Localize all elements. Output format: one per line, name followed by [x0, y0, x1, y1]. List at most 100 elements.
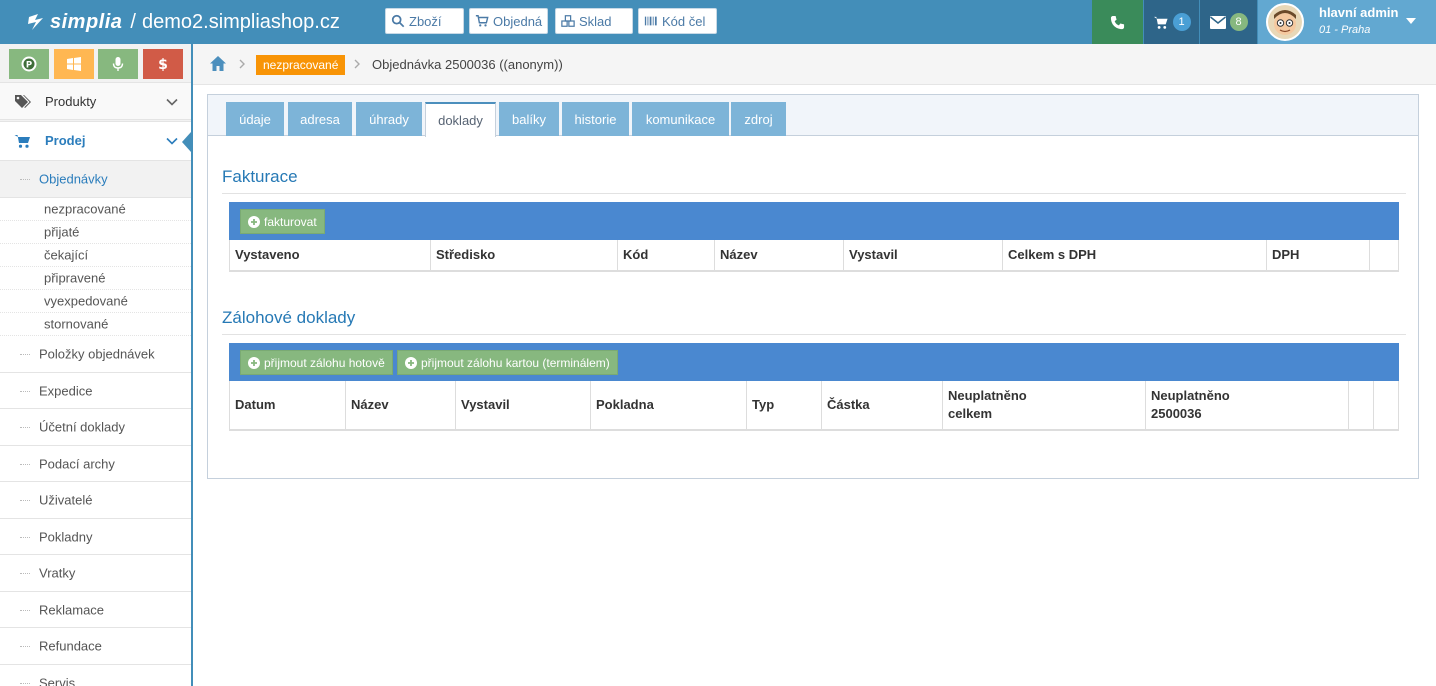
table-header-celkem-s-dph[interactable]: Celkem s DPH: [1003, 240, 1267, 270]
order-tabs: údaje adresa úhrady doklady balíky histo…: [208, 95, 1418, 137]
shortcut-microphone-button[interactable]: [98, 49, 138, 79]
sidebar-item-label: Produkty: [45, 94, 97, 109]
sidebar-item-label: Refundace: [39, 638, 102, 654]
deposits-toolbar: přijmout zálohu hotově přijmout zálohu k…: [229, 343, 1399, 381]
table-header-datum[interactable]: Datum: [230, 381, 346, 429]
sidebar-item-pokladny[interactable]: Pokladny: [0, 519, 191, 555]
windows-icon: [67, 57, 81, 71]
sidebar-item-label: vyexpedované: [44, 293, 128, 309]
sidebar-item-label: připravené: [44, 270, 106, 286]
sidebar-item-label: Účetní doklady: [39, 419, 125, 435]
table-header-vystavil[interactable]: Vystavil: [844, 240, 1003, 270]
sidebar-item-label: Reklamace: [39, 602, 105, 617]
deposits-table: Datum Název Vystavil Pokladna Typ Částka…: [229, 381, 1399, 431]
cart-icon: [14, 135, 30, 148]
brand-separator: /: [130, 10, 136, 33]
sidebar-item-label: stornované: [44, 316, 109, 332]
tab-adresa[interactable]: adresa: [288, 102, 352, 136]
parking-icon: P: [21, 56, 37, 72]
sidebar-item-stornovane[interactable]: stornované: [0, 313, 191, 336]
tab-doklady[interactable]: doklady: [425, 102, 496, 137]
sidebar-item-expedice[interactable]: Expedice: [0, 373, 191, 409]
breadcrumb-status-badge[interactable]: nezpracované: [256, 55, 346, 75]
order-detail-panel: údaje adresa úhrady doklady balíky histo…: [207, 94, 1419, 479]
table-header-dph[interactable]: DPH: [1267, 240, 1370, 270]
avatar-face-icon: [1268, 5, 1302, 39]
table-header-neuplatneno-order[interactable]: Neuplatněno 2500036: [1146, 381, 1349, 429]
sidebar-item-label: Expedice: [39, 383, 93, 398]
sidebar-item-podaci-archy[interactable]: Podací archy: [0, 446, 191, 482]
sidebar-item-cekajici[interactable]: čekající: [0, 244, 191, 267]
table-header-kod[interactable]: Kód: [618, 240, 715, 270]
shortcut-parking-button[interactable]: P: [9, 49, 49, 79]
table-header-pokladna[interactable]: Pokladna: [591, 381, 747, 429]
sidebar-item-produkty[interactable]: Produkty: [0, 82, 191, 120]
sidebar-item-pripravene[interactable]: připravené: [0, 267, 191, 290]
cart-count-badge: 1: [1172, 13, 1191, 31]
table-header-stredisko[interactable]: Středisko: [431, 240, 618, 270]
search-products-label: Zboží: [409, 13, 442, 29]
phone-button[interactable]: [1092, 0, 1143, 44]
brand-logo: simplia: [50, 10, 123, 33]
sidebar-item-vyexpedovane[interactable]: vyexpedované: [0, 290, 191, 313]
messages-count-badge: 8: [1229, 13, 1248, 31]
search-products-button[interactable]: Zboží: [385, 8, 464, 34]
search-stock-button[interactable]: Sklad: [555, 8, 633, 34]
messages-button[interactable]: 8: [1200, 0, 1257, 44]
deposit-card-button[interactable]: přijmout zálohu kartou (terminálem): [397, 350, 618, 375]
user-avatar: [1266, 3, 1304, 41]
invoice-button[interactable]: fakturovat: [240, 209, 325, 234]
envelope-icon: [1209, 15, 1226, 29]
table-header-neuplatneno-celkem[interactable]: Neuplatněno celkem: [943, 381, 1146, 429]
search-orders-label: Objedná: [493, 13, 543, 29]
table-header-castka[interactable]: Částka: [822, 381, 943, 429]
search-stock-label: Sklad: [579, 13, 612, 29]
table-header-vystaveno[interactable]: Vystaveno: [230, 240, 431, 270]
sidebar-item-nezpracovane[interactable]: nezpracované: [0, 198, 191, 221]
cart-notifications-button[interactable]: 1: [1144, 0, 1199, 44]
sidebar-item-prijate[interactable]: přijaté: [0, 221, 191, 244]
chevron-down-icon: [166, 137, 178, 145]
chevron-right-icon: [354, 59, 360, 69]
sidebar-item-polozky-objednavek[interactable]: Položky objednávek: [0, 336, 191, 373]
deposit-cash-button[interactable]: přijmout zálohu hotově: [240, 350, 393, 375]
tags-icon: [15, 95, 31, 108]
sidebar-item-prodej[interactable]: Prodej: [0, 121, 191, 161]
sidebar-item-label: čekající: [44, 247, 89, 263]
shortcut-windows-button[interactable]: [54, 49, 94, 79]
breadcrumb: nezpracované Objednávka 2500036 ((anonym…: [193, 44, 1436, 85]
table-header-nazev[interactable]: Název: [715, 240, 844, 270]
table-header-typ[interactable]: Typ: [747, 381, 822, 429]
sidebar-item-label: Podací archy: [39, 456, 115, 471]
shortcut-dollar-button[interactable]: $: [143, 49, 183, 79]
sidebar-item-label: nezpracované: [44, 201, 126, 217]
search-barcode-button[interactable]: Kód čel: [638, 8, 717, 34]
tab-udaje[interactable]: údaje: [226, 102, 284, 136]
chevron-down-icon: [166, 98, 178, 106]
svg-text:P: P: [26, 60, 32, 70]
search-orders-button[interactable]: Objedná: [469, 8, 548, 34]
sidebar-item-reklamace[interactable]: Reklamace: [0, 592, 191, 628]
barcode-icon: [644, 16, 657, 26]
tab-historie[interactable]: historie: [562, 102, 629, 136]
tab-komunikace[interactable]: komunikace: [632, 102, 729, 136]
table-header-nazev[interactable]: Název: [346, 381, 456, 429]
sidebar-item-objednavky[interactable]: Objednávky: [0, 161, 191, 198]
sidebar-item-servis[interactable]: Servis: [0, 665, 191, 686]
cart-icon: [1153, 16, 1168, 29]
brand[interactable]: simplia / demo2.simpliashop.cz: [26, 8, 340, 36]
tab-uhrady[interactable]: úhrady: [356, 102, 422, 136]
sidebar-item-uzivatele[interactable]: Uživatelé: [0, 482, 191, 519]
sidebar-item-vratky[interactable]: Vratky: [0, 555, 191, 592]
sidebar-item-ucetni-doklady[interactable]: Účetní doklady: [0, 409, 191, 446]
caret-down-icon: [1406, 18, 1416, 24]
invoice-button-label: fakturovat: [264, 214, 317, 229]
home-icon[interactable]: [209, 55, 227, 72]
table-header-vystavil[interactable]: Vystavil: [456, 381, 591, 429]
tab-zdroj[interactable]: zdroj: [731, 102, 786, 136]
tab-baliky[interactable]: balíky: [499, 102, 559, 136]
user-menu[interactable]: hlavní admin 01 - Praha: [1258, 0, 1436, 44]
plus-circle-icon: [248, 356, 260, 369]
table-header-actions: [1374, 381, 1398, 429]
sidebar-item-refundace[interactable]: Refundace: [0, 628, 191, 665]
